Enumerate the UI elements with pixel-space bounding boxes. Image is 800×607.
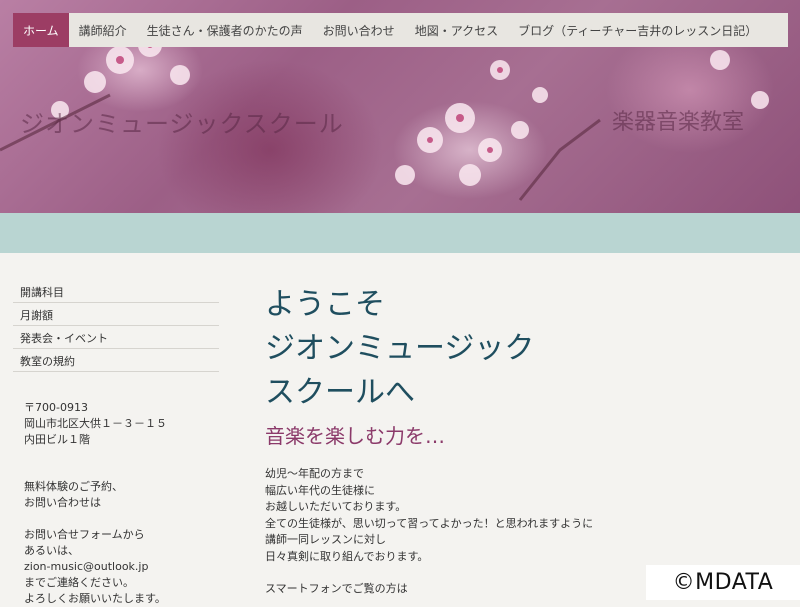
contact-line: お問い合せフォームから (24, 528, 145, 541)
address-line1: 岡山市北区大供１－３－１５ (24, 417, 167, 430)
tagline: 音楽を楽しむ力を… (265, 424, 445, 448)
main-nav: ホーム 講師紹介 生徒さん・保護者のかたの声 お問い合わせ 地図・アクセス ブロ… (13, 13, 788, 47)
sidebar-item-courses[interactable]: 開講科目 (13, 280, 219, 303)
contact-email[interactable]: zion-music@outlook.jp (24, 559, 166, 575)
address-block: 〒700-0913 岡山市北区大供１－３－１５ 内田ビル１階 (24, 400, 167, 448)
nav-item-access[interactable]: 地図・アクセス (405, 13, 508, 47)
accent-band (0, 213, 800, 253)
sidebar-item-tuition[interactable]: 月謝額 (13, 303, 219, 326)
copyright-watermark: ©MDATA (646, 565, 800, 600)
site-subtitle: 楽器音楽教室 (612, 110, 745, 135)
intro-line: 講師一同レッスンに対し (265, 533, 386, 546)
contact-line: よろしくお願いいたします。 (24, 592, 166, 605)
intro-line: お越しいただいております。 (265, 500, 407, 513)
contact-line: までご連絡ください。 (24, 576, 134, 589)
intro-line: 日々真剣に取り組んでおります。 (265, 549, 429, 563)
intro-line: 幅広い年代の生徒様に (265, 483, 375, 497)
nav-item-testimonials[interactable]: 生徒さん・保護者のかたの声 (137, 13, 313, 47)
welcome-line: ようこそ (265, 287, 385, 322)
nav-item-blog[interactable]: ブログ（ティーチャー吉井のレッスン日記） (508, 13, 767, 47)
welcome-line: ジオンミュージック (265, 331, 535, 366)
contact-line: お問い合わせは (24, 496, 101, 509)
address-postal: 〒700-0913 (24, 401, 88, 414)
intro-text: 幼児～年配の方まで 幅広い年代の生徒様に お越しいただいております。 全ての生徒… (265, 466, 593, 598)
site-title: ジオンミュージックスクール (20, 110, 344, 138)
contact-line: あるいは、 (24, 544, 79, 557)
contact-block: 無料体験のご予約、 お問い合わせは お問い合せフォームから あるいは、 zion… (24, 479, 166, 607)
sidebar-menu: 開講科目 月謝額 発表会・イベント 教室の規約 (13, 280, 219, 372)
nav-item-instructors[interactable]: 講師紹介 (69, 13, 137, 47)
intro-line: 幼児～年配の方まで (265, 467, 364, 480)
nav-item-contact[interactable]: お問い合わせ (313, 13, 405, 47)
contact-spacer (24, 511, 166, 527)
nav-item-home[interactable]: ホーム (13, 13, 69, 47)
intro-line: スマートフォンでご覧の方は (265, 582, 408, 595)
intro-spacer (265, 565, 593, 581)
address-line2: 内田ビル１階 (24, 433, 90, 446)
welcome-heading: ようこそ ジオンミュージック スクールへ (265, 283, 534, 415)
sidebar-item-events[interactable]: 発表会・イベント (13, 326, 219, 349)
intro-line: 全ての生徒様が、思い切って習ってよかった！と思われますように (265, 516, 594, 530)
contact-line: 無料体験のご予約、 (24, 480, 123, 493)
welcome-line: スクールへ (265, 375, 415, 410)
sidebar-item-rules[interactable]: 教室の規約 (13, 349, 219, 372)
